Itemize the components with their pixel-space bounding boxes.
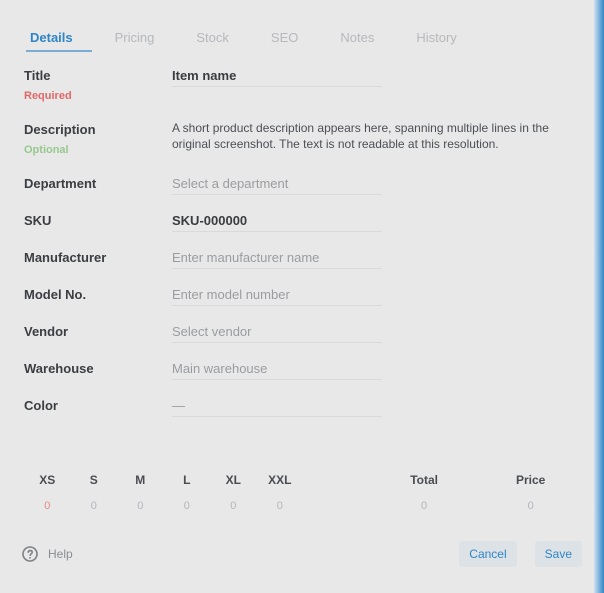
size-value-xxl[interactable]: 0 bbox=[257, 500, 304, 512]
field-manufacturer-row: Manufacturer Enter manufacturer name bbox=[24, 246, 584, 269]
field-title-required: Required bbox=[24, 90, 72, 102]
field-model-label: Model No. bbox=[24, 287, 87, 302]
size-header-price: Price bbox=[516, 473, 546, 487]
field-warehouse-row: Warehouse Main warehouse bbox=[24, 357, 584, 380]
size-header-xl: XL bbox=[225, 473, 241, 487]
size-value-total: 0 bbox=[421, 500, 428, 512]
size-header-s: S bbox=[89, 473, 98, 487]
field-title-row: Title Required Item name bbox=[24, 64, 584, 104]
field-description-label: Description Optional bbox=[24, 118, 172, 158]
size-header-row: XS S M L XL XXL Total Price bbox=[24, 468, 584, 492]
tab-history[interactable]: History bbox=[408, 24, 464, 51]
tab-stock[interactable]: Stock bbox=[188, 24, 237, 51]
field-color-row: Color — bbox=[24, 394, 584, 417]
field-department-label: Department bbox=[24, 176, 97, 191]
size-value-xs[interactable]: 0 bbox=[24, 500, 71, 512]
help-icon[interactable] bbox=[22, 546, 38, 562]
size-header-xs: XS bbox=[39, 473, 56, 487]
size-value-xl[interactable]: 0 bbox=[210, 500, 257, 512]
size-value-s[interactable]: 0 bbox=[71, 500, 118, 512]
field-description-row: Description Optional A short product des… bbox=[24, 118, 584, 158]
field-model-row: Model No. Enter model number bbox=[24, 283, 584, 306]
footer-bar: Help Cancel Save bbox=[22, 540, 582, 568]
color-select[interactable]: — bbox=[172, 394, 382, 417]
field-vendor-label: Vendor bbox=[24, 324, 69, 339]
field-title-label-text: Title bbox=[24, 68, 51, 83]
tab-notes[interactable]: Notes bbox=[332, 24, 382, 51]
tab-pricing[interactable]: Pricing bbox=[107, 24, 163, 51]
size-value-price[interactable]: 0 bbox=[477, 500, 584, 512]
field-sku-row: SKU SKU-000000 bbox=[24, 209, 584, 232]
field-description-label-text: Description bbox=[24, 122, 96, 137]
field-warehouse-label: Warehouse bbox=[24, 361, 94, 376]
size-header-xxl: XXL bbox=[268, 473, 292, 487]
tab-bar: Details Pricing Stock SEO Notes History bbox=[22, 24, 465, 50]
title-input[interactable]: Item name bbox=[172, 64, 382, 87]
sku-input[interactable]: SKU-000000 bbox=[172, 209, 382, 232]
size-value-m[interactable]: 0 bbox=[117, 500, 164, 512]
warehouse-select[interactable]: Main warehouse bbox=[172, 357, 382, 380]
field-color-label: Color bbox=[24, 398, 58, 413]
window-right-edge bbox=[594, 0, 604, 593]
field-manufacturer-label: Manufacturer bbox=[24, 250, 107, 265]
size-values-row: 0 0 0 0 0 0 0 0 bbox=[24, 492, 584, 520]
field-vendor-row: Vendor Select vendor bbox=[24, 320, 584, 343]
tab-seo[interactable]: SEO bbox=[263, 24, 306, 51]
field-sku-label: SKU bbox=[24, 213, 52, 228]
save-button[interactable]: Save bbox=[534, 541, 582, 567]
vendor-select[interactable]: Select vendor bbox=[172, 320, 382, 343]
footer-actions: Cancel Save bbox=[459, 541, 582, 567]
help-label[interactable]: Help bbox=[48, 547, 73, 561]
active-tab-underline bbox=[26, 50, 92, 52]
field-department-row: Department Select a department bbox=[24, 172, 584, 195]
description-textarea[interactable]: A short product description appears here… bbox=[172, 118, 572, 152]
field-description-optional: Optional bbox=[24, 144, 69, 156]
department-select[interactable]: Select a department bbox=[172, 172, 382, 195]
item-form: Title Required Item name Description Opt… bbox=[24, 64, 584, 431]
field-title-label: Title Required bbox=[24, 64, 172, 104]
cancel-button[interactable]: Cancel bbox=[459, 541, 517, 567]
size-header-m: M bbox=[135, 473, 146, 487]
footer-left: Help bbox=[22, 546, 73, 562]
size-value-l[interactable]: 0 bbox=[164, 500, 211, 512]
manufacturer-input[interactable]: Enter manufacturer name bbox=[172, 246, 382, 269]
model-number-input[interactable]: Enter model number bbox=[172, 283, 382, 306]
item-editor-window: Details Pricing Stock SEO Notes History … bbox=[0, 0, 604, 593]
size-header-l: L bbox=[183, 473, 191, 487]
size-grid: XS S M L XL XXL Total Price 0 0 0 0 0 0 … bbox=[24, 468, 584, 528]
tab-details[interactable]: Details bbox=[22, 24, 81, 51]
size-header-total: Total bbox=[410, 473, 438, 487]
